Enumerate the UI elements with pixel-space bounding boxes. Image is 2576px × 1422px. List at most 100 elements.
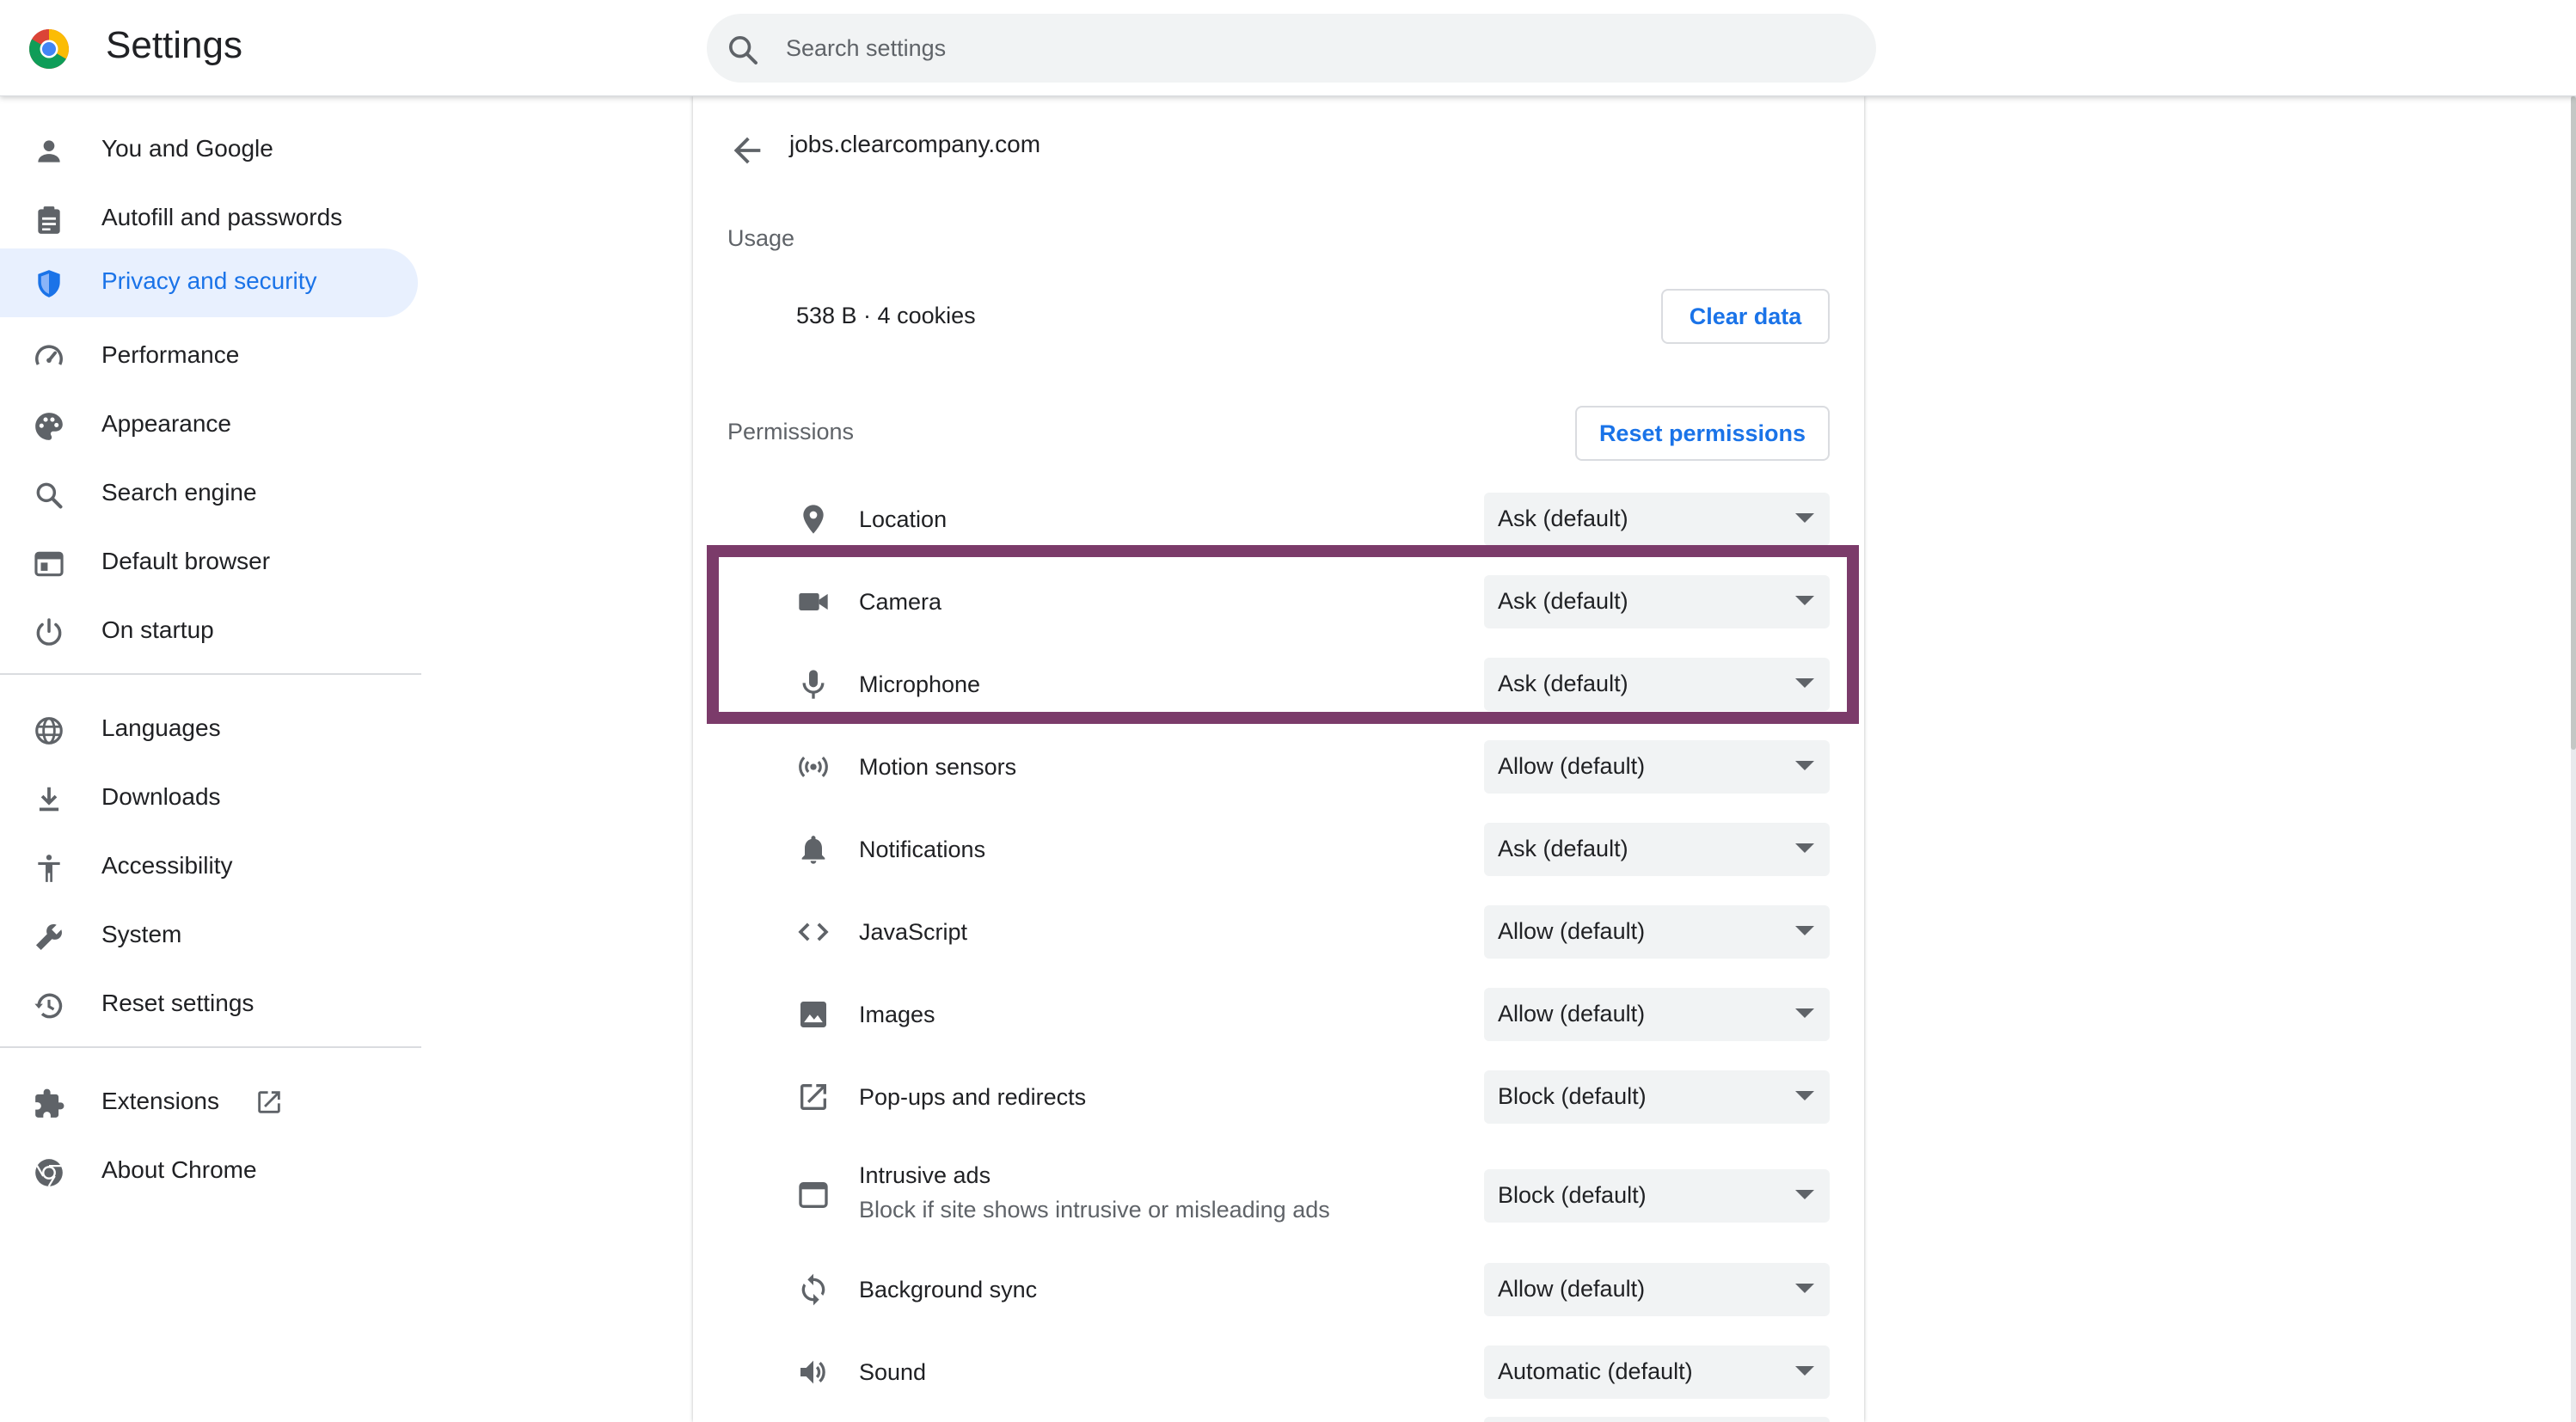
select-value: Allow (default) xyxy=(1498,1001,1646,1027)
sidebar-item-extensions[interactable]: Extensions xyxy=(0,1069,418,1137)
chevron-down-icon xyxy=(1795,1284,1814,1293)
sidebar-item-label: On startup xyxy=(101,616,214,643)
permission-row-notifications: Notifications Ask (default) xyxy=(693,812,1864,894)
permission-label: JavaScript xyxy=(859,919,968,945)
sidebar-item-about-chrome[interactable]: About Chrome xyxy=(0,1137,418,1206)
permission-label: Pop-ups and redirects xyxy=(859,1084,1087,1110)
sidebar-item-languages[interactable]: Languages xyxy=(0,696,418,764)
permission-label: Images xyxy=(859,1002,935,1027)
select-value: Automatic (default) xyxy=(1498,1358,1693,1384)
permission-sublabel: Block if site shows intrusive or mislead… xyxy=(859,1197,1330,1223)
history-icon xyxy=(34,993,63,1019)
chrome-icon xyxy=(35,1159,63,1187)
sidebar-item-appearance[interactable]: Appearance xyxy=(0,391,418,460)
sidebar-item-label: Performance xyxy=(101,341,240,368)
sidebar-item-label: About Chrome xyxy=(101,1156,257,1183)
image-icon xyxy=(800,1002,826,1027)
permission-select-sound[interactable]: Automatic (default) xyxy=(1484,1345,1830,1399)
sidebar-item-label: Languages xyxy=(101,714,221,741)
permission-label: Intrusive ads xyxy=(859,1162,991,1188)
scrollbar-thumb[interactable] xyxy=(2571,96,2576,750)
permission-row-sound: Sound Automatic (default) xyxy=(693,1334,1864,1417)
permission-select-background-sync[interactable]: Allow (default) xyxy=(1484,1263,1830,1316)
search-input[interactable] xyxy=(786,21,1818,76)
sidebar-item-label: System xyxy=(101,921,182,947)
clipboard-icon xyxy=(38,206,60,234)
power-icon xyxy=(36,618,62,646)
chevron-down-icon xyxy=(1795,1366,1814,1376)
speedometer-icon xyxy=(35,345,63,365)
permission-label: Motion sensors xyxy=(859,754,1017,780)
select-value: Ask (default) xyxy=(1498,506,1628,531)
sidebar-item-performance[interactable]: Performance xyxy=(0,322,418,391)
chevron-down-icon xyxy=(1795,1008,1814,1018)
usage-value: 538 B · 4 cookies xyxy=(796,303,976,328)
location-pin-icon xyxy=(803,505,824,534)
wrench-icon xyxy=(35,924,62,951)
shield-icon xyxy=(38,270,60,297)
select-value: Allow (default) xyxy=(1498,753,1646,779)
permission-select-images[interactable]: Allow (default) xyxy=(1484,988,1830,1041)
sidebar-item-label: Accessibility xyxy=(101,852,233,879)
code-icon xyxy=(798,922,829,941)
sidebar-divider xyxy=(0,673,421,675)
ad-window-icon xyxy=(799,1182,828,1208)
permissions-section-label: Permissions xyxy=(727,419,855,444)
sidebar-item-you-and-google[interactable]: You and Google xyxy=(0,116,418,185)
permission-select-motion-sensors[interactable]: Allow (default) xyxy=(1484,740,1830,794)
sidebar-item-downloads[interactable]: Downloads xyxy=(0,764,418,833)
palette-icon xyxy=(35,413,63,440)
select-value: Allow (default) xyxy=(1498,1276,1646,1302)
back-arrow-icon[interactable] xyxy=(727,131,767,170)
permission-row-background-sync: Background sync Allow (default) xyxy=(693,1252,1864,1334)
sidebar-item-system[interactable]: System xyxy=(0,902,418,971)
sidebar-item-label: Privacy and security xyxy=(101,267,317,294)
reset-permissions-button[interactable]: Reset permissions xyxy=(1575,406,1830,461)
sidebar-divider xyxy=(0,1046,421,1048)
bell-icon xyxy=(801,836,825,864)
permission-row-motion-sensors: Motion sensors Allow (default) xyxy=(693,729,1864,812)
download-icon xyxy=(39,787,59,812)
accessibility-icon xyxy=(38,855,60,882)
highlight-annotation-box xyxy=(707,545,1859,724)
permission-row-popups: Pop-ups and redirects Block (default) xyxy=(693,1059,1864,1142)
sidebar-item-label: Downloads xyxy=(101,783,221,810)
permission-label: Location xyxy=(859,506,948,532)
site-title: jobs.clearcompany.com xyxy=(789,131,1041,157)
permission-select-intrusive-ads[interactable]: Block (default) xyxy=(1484,1169,1830,1223)
open-in-new-icon[interactable] xyxy=(255,1088,284,1117)
permission-select-notifications[interactable]: Ask (default) xyxy=(1484,823,1830,876)
sidebar-item-autofill[interactable]: Autofill and passwords xyxy=(0,185,418,254)
chevron-down-icon xyxy=(1795,1091,1814,1100)
person-icon xyxy=(38,140,60,162)
permission-row-images: Images Allow (default) xyxy=(693,977,1864,1059)
chrome-logo-icon xyxy=(29,29,69,69)
permission-select-partial[interactable] xyxy=(1484,1417,1830,1422)
speaker-icon xyxy=(800,1360,825,1384)
browser-window-icon xyxy=(34,551,64,577)
search-icon xyxy=(729,36,757,64)
search-icon xyxy=(36,482,63,509)
open-in-new-icon xyxy=(800,1084,826,1110)
permission-label: Background sync xyxy=(859,1277,1038,1302)
sidebar-item-privacy[interactable]: Privacy and security xyxy=(0,248,418,317)
sidebar-item-on-startup[interactable]: On startup xyxy=(0,598,418,666)
sidebar-item-label: Reset settings xyxy=(101,990,255,1016)
sidebar-item-search-engine[interactable]: Search engine xyxy=(0,460,418,529)
permission-select-popups[interactable]: Block (default) xyxy=(1484,1070,1830,1124)
page-title: Settings xyxy=(106,24,242,66)
select-value: Ask (default) xyxy=(1498,836,1628,861)
chevron-down-icon xyxy=(1795,843,1814,853)
sidebar-item-label: Appearance xyxy=(101,410,232,437)
motion-sensors-icon xyxy=(799,757,828,777)
permission-select-location[interactable]: Ask (default) xyxy=(1484,493,1830,546)
clear-data-button[interactable]: Clear data xyxy=(1661,289,1830,344)
sidebar-item-accessibility[interactable]: Accessibility xyxy=(0,833,418,902)
sidebar-item-reset-settings[interactable]: Reset settings xyxy=(0,971,418,1039)
sync-icon xyxy=(801,1273,825,1306)
select-value: Allow (default) xyxy=(1498,918,1646,944)
permission-label: Notifications xyxy=(859,837,986,862)
permission-label: Sound xyxy=(859,1359,927,1385)
sidebar-item-default-browser[interactable]: Default browser xyxy=(0,529,418,598)
permission-select-javascript[interactable]: Allow (default) xyxy=(1484,905,1830,959)
